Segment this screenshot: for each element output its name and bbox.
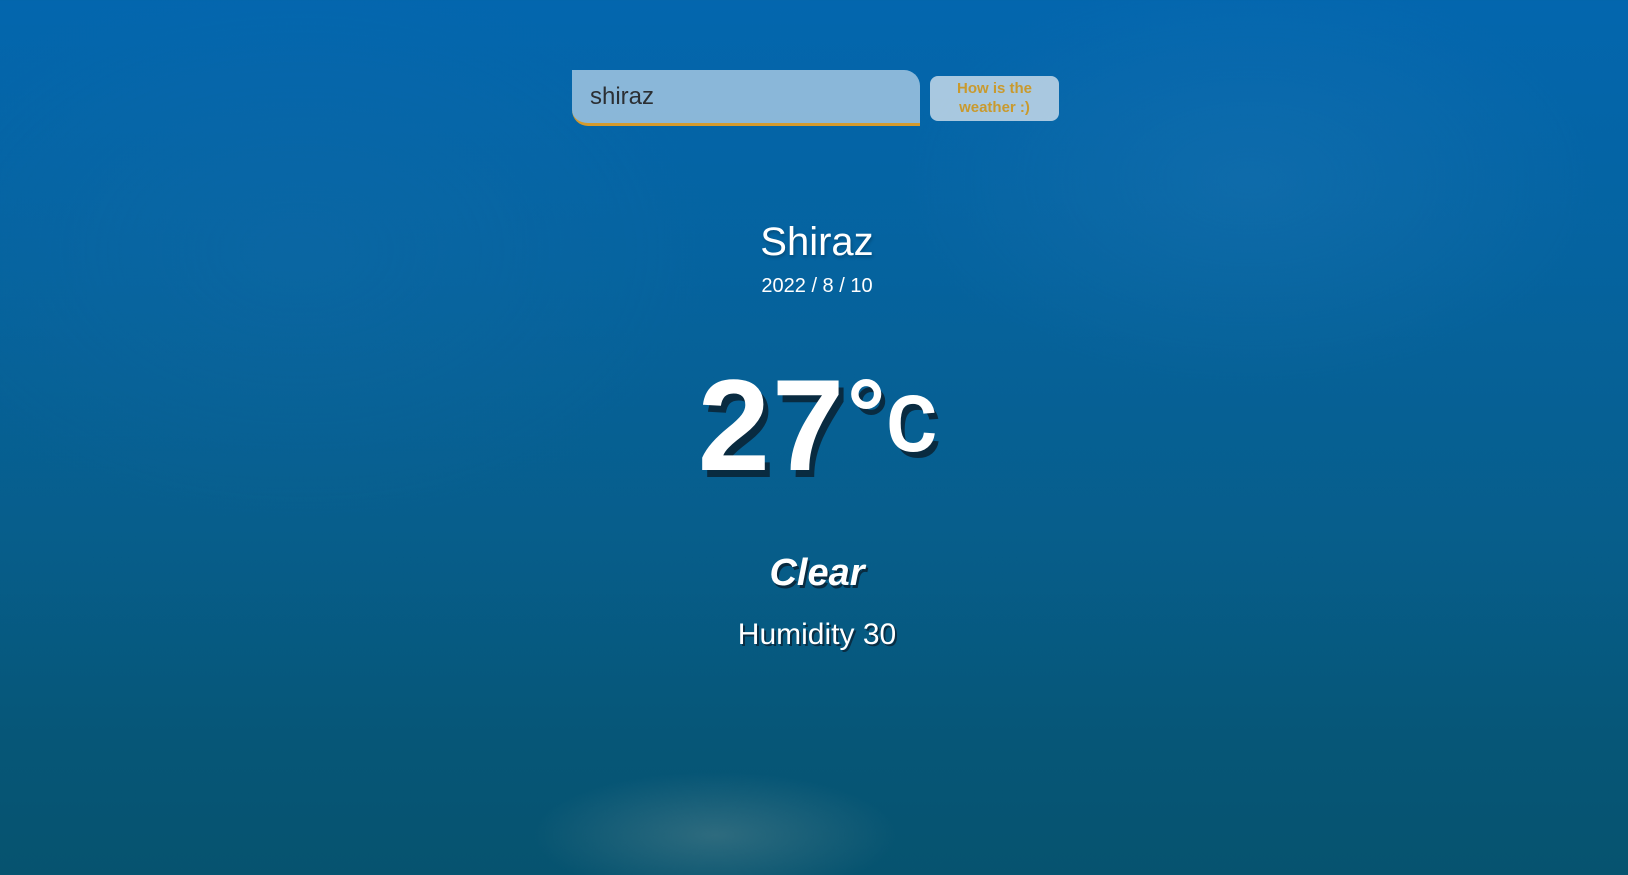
- weather-app: How is the weather :) Shiraz 2022 / 8 / …: [0, 0, 1628, 875]
- weather-condition: Clear: [769, 552, 865, 594]
- temperature: 27°c: [0, 360, 1628, 490]
- city-name: Shiraz: [760, 220, 874, 264]
- temperature-value: 27: [697, 352, 847, 498]
- search-bar: How is the weather :): [572, 70, 1059, 126]
- date: 2022 / 8 / 10: [761, 275, 873, 297]
- city-search-input[interactable]: [572, 70, 920, 126]
- temperature-unit: °c: [845, 360, 937, 472]
- location-box: Shiraz 2022 / 8 / 10: [0, 220, 1628, 298]
- humidity: Humidity 30: [737, 618, 897, 651]
- get-weather-button[interactable]: How is the weather :): [930, 75, 1059, 121]
